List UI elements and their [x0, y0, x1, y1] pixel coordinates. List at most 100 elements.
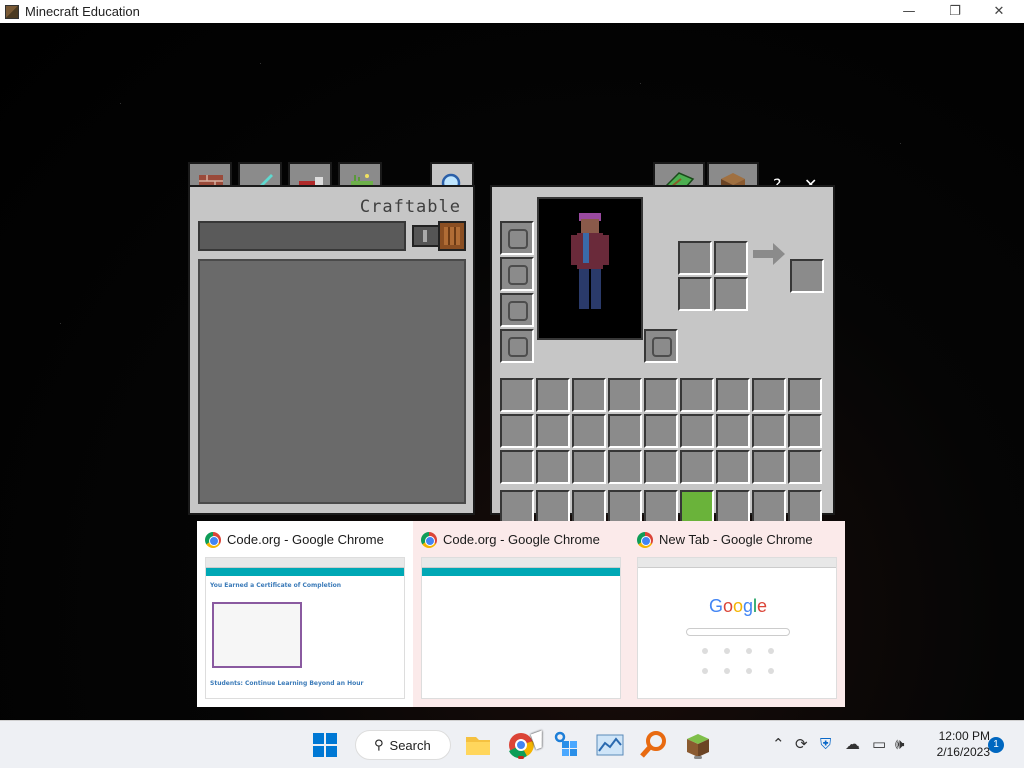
inventory-slot[interactable]	[536, 378, 570, 412]
minimize-button[interactable]: —	[886, 0, 932, 23]
minecraft-app-icon	[5, 4, 19, 19]
search-icon: ⚲	[374, 737, 384, 753]
inventory-slot[interactable]	[572, 414, 606, 448]
player-preview	[537, 197, 643, 340]
preview-window-3[interactable]: New Tab - Google Chrome Google	[629, 521, 845, 707]
boots-slot[interactable]	[500, 329, 534, 363]
search-app-button[interactable]	[638, 729, 670, 761]
hotbar-slot[interactable]	[788, 490, 822, 524]
offhand-slot[interactable]	[644, 329, 678, 363]
preview-window-2[interactable]: Code.org - Google Chrome	[413, 521, 629, 707]
inventory-slot[interactable]	[788, 450, 822, 484]
inventory-slot[interactable]	[716, 414, 750, 448]
inventory-slot[interactable]	[536, 414, 570, 448]
inventory-slot[interactable]	[752, 378, 786, 412]
inventory-slot[interactable]	[680, 378, 714, 412]
recipe-search-input[interactable]	[198, 221, 406, 251]
star	[900, 143, 901, 144]
inventory-slot[interactable]	[644, 450, 678, 484]
shortcut-icon	[702, 648, 708, 654]
system-clock[interactable]: 12:00 PM 2/16/2023	[920, 728, 990, 760]
minecraft-taskbar-button[interactable]	[682, 729, 714, 761]
close-window-button[interactable]: ✕	[976, 0, 1022, 23]
inventory-slot[interactable]	[608, 378, 642, 412]
inventory-slot[interactable]	[680, 450, 714, 484]
inventory-slot[interactable]	[716, 450, 750, 484]
inventory-slot[interactable]	[572, 378, 606, 412]
inventory-slot[interactable]	[752, 414, 786, 448]
star	[260, 63, 261, 64]
preview-title: New Tab - Google Chrome	[659, 532, 813, 547]
hotbar-slot[interactable]	[608, 490, 642, 524]
inventory-slot[interactable]	[500, 378, 534, 412]
notification-badge[interactable]: 1	[988, 737, 1004, 753]
chrome-icon	[637, 532, 653, 548]
inventory-slot[interactable]	[752, 450, 786, 484]
inventory-slot[interactable]	[788, 414, 822, 448]
chestplate-icon	[508, 265, 528, 285]
crafting-slot[interactable]	[714, 241, 748, 275]
security-shield-icon[interactable]: ⛨	[820, 735, 831, 753]
hotbar-slot[interactable]	[716, 490, 750, 524]
code-app-button[interactable]	[550, 729, 582, 761]
chart-app-icon	[596, 734, 624, 756]
window-title: Minecraft Education	[25, 4, 140, 19]
inventory-slot[interactable]	[788, 378, 822, 412]
shortcut-icon	[702, 668, 708, 674]
display-icon[interactable]: ▭	[872, 735, 886, 753]
helmet-slot[interactable]	[500, 221, 534, 255]
inventory-slot[interactable]	[644, 378, 678, 412]
hotbar-slot[interactable]	[500, 490, 534, 524]
inventory-slot[interactable]	[572, 450, 606, 484]
hotbar-slot[interactable]	[752, 490, 786, 524]
crafting-slot[interactable]	[678, 277, 712, 311]
inventory-slot[interactable]	[536, 450, 570, 484]
file-explorer-button[interactable]	[462, 729, 494, 761]
shortcut-icon	[724, 668, 730, 674]
preview-thumbnail: Google	[637, 557, 837, 699]
leggings-slot[interactable]	[500, 293, 534, 327]
preview-window-1[interactable]: Code.org - Google Chrome You Earned a Ce…	[197, 521, 413, 707]
craftable-toggle[interactable]	[412, 225, 440, 247]
hotbar-slot[interactable]	[644, 490, 678, 524]
shortcut-icon	[768, 648, 774, 654]
maximize-button[interactable]: ❐	[932, 0, 978, 23]
hotbar-slot[interactable]	[572, 490, 606, 524]
crafting-table-filter-button[interactable]	[438, 221, 466, 251]
active-indicator	[518, 756, 524, 759]
chestplate-slot[interactable]	[500, 257, 534, 291]
taskbar-search-label: Search	[389, 737, 431, 753]
preview-thumbnail	[421, 557, 621, 699]
sync-icon[interactable]: ⟳	[795, 735, 808, 753]
helmet-icon	[508, 229, 528, 249]
folder-icon	[466, 737, 490, 755]
hotbar-slot-selected[interactable]	[680, 490, 714, 524]
inventory-slot[interactable]	[500, 450, 534, 484]
chrome-icon	[205, 532, 221, 548]
cloud-off-icon[interactable]: ☁	[845, 735, 860, 753]
inventory-slot[interactable]	[608, 414, 642, 448]
inventory-slot[interactable]	[608, 450, 642, 484]
inventory-slot[interactable]	[680, 414, 714, 448]
start-button[interactable]	[313, 733, 337, 757]
preview-thumbnail: You Earned a Certificate of Completion S…	[205, 557, 405, 699]
inventory-slot[interactable]	[716, 378, 750, 412]
crafting-slot[interactable]	[678, 241, 712, 275]
crafting-result-slot[interactable]	[790, 259, 824, 293]
crafting-slot[interactable]	[714, 277, 748, 311]
inventory-slot[interactable]	[500, 414, 534, 448]
taskbar-search[interactable]: ⚲ Search	[355, 730, 451, 760]
hotbar-slot[interactable]	[536, 490, 570, 524]
stocks-app-button[interactable]	[594, 729, 626, 761]
blocks-app-icon	[554, 731, 577, 756]
clock-date: 2/16/2023	[936, 745, 990, 759]
taskbar-previews: Code.org - Google Chrome You Earned a Ce…	[197, 521, 845, 707]
chevron-up-icon[interactable]: ⌃	[772, 735, 785, 753]
star	[60, 323, 61, 324]
inventory-slot[interactable]	[644, 414, 678, 448]
chrome-icon	[421, 532, 437, 548]
clock-time: 12:00 PM	[938, 729, 990, 743]
volume-icon[interactable]: 🕪	[895, 735, 904, 753]
craft-arrow-icon	[753, 243, 785, 265]
magnifier-app-icon	[640, 731, 666, 758]
